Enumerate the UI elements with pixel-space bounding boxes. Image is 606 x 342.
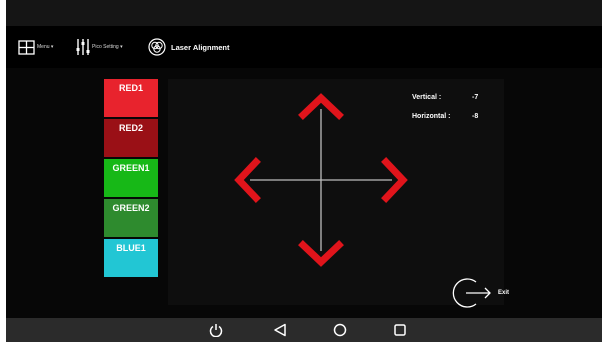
- menu-label: Menu ▾: [37, 44, 54, 50]
- color-button-label: GREEN2: [112, 203, 150, 213]
- app-title-group: Laser Alignment: [148, 26, 229, 68]
- status-bar: [6, 0, 602, 26]
- color-button-label: BLUE1: [116, 243, 146, 253]
- power-icon: [209, 324, 223, 337]
- vertical-label: Vertical :: [412, 94, 442, 101]
- color-button-label: RED2: [118, 123, 143, 133]
- menu-button[interactable]: Menu ▾: [18, 26, 53, 68]
- sliders-icon: [76, 39, 90, 55]
- vertical-value: -7: [472, 94, 479, 101]
- exit-icon: [452, 278, 491, 308]
- exit-label: Exit: [498, 290, 510, 296]
- direction-pad: [234, 93, 408, 267]
- main-area: RED1 RED2 GREEN1 GREEN2 BLUE1 Vertical :…: [6, 68, 602, 318]
- grid-icon: [18, 39, 35, 55]
- exit-button[interactable]: Exit: [450, 276, 509, 310]
- top-toolbar: Menu ▾ Pico Setting ▾ Laser Alignment: [6, 26, 602, 68]
- color-button-label: RED1: [118, 83, 143, 93]
- color-button-green1[interactable]: GREEN1: [104, 159, 158, 197]
- system-nav-bar: [6, 318, 602, 342]
- color-button-red2[interactable]: RED2: [104, 119, 158, 157]
- home-button[interactable]: [328, 318, 352, 342]
- power-button[interactable]: [204, 318, 228, 342]
- back-button[interactable]: [268, 318, 292, 342]
- color-button-red1[interactable]: RED1: [104, 79, 158, 117]
- pico-setting-label: Pico Setting ▾: [92, 44, 123, 50]
- color-button-blue1[interactable]: BLUE1: [104, 239, 158, 277]
- horizontal-label: Horizontal :: [412, 113, 451, 120]
- device-screen: Menu ▾ Pico Setting ▾ Laser Alignment RE…: [6, 0, 602, 342]
- color-button-label: GREEN1: [112, 163, 150, 173]
- pico-setting-button[interactable]: Pico Setting ▾: [76, 26, 123, 68]
- color-button-green2[interactable]: GREEN2: [104, 199, 158, 237]
- recents-button[interactable]: [388, 318, 412, 342]
- page-title: Laser Alignment: [171, 42, 230, 52]
- recents-icon: [394, 324, 406, 336]
- back-icon: [274, 323, 286, 337]
- rgb-circles-icon: [148, 38, 166, 56]
- home-icon: [333, 323, 347, 337]
- horizontal-value: -8: [472, 113, 479, 120]
